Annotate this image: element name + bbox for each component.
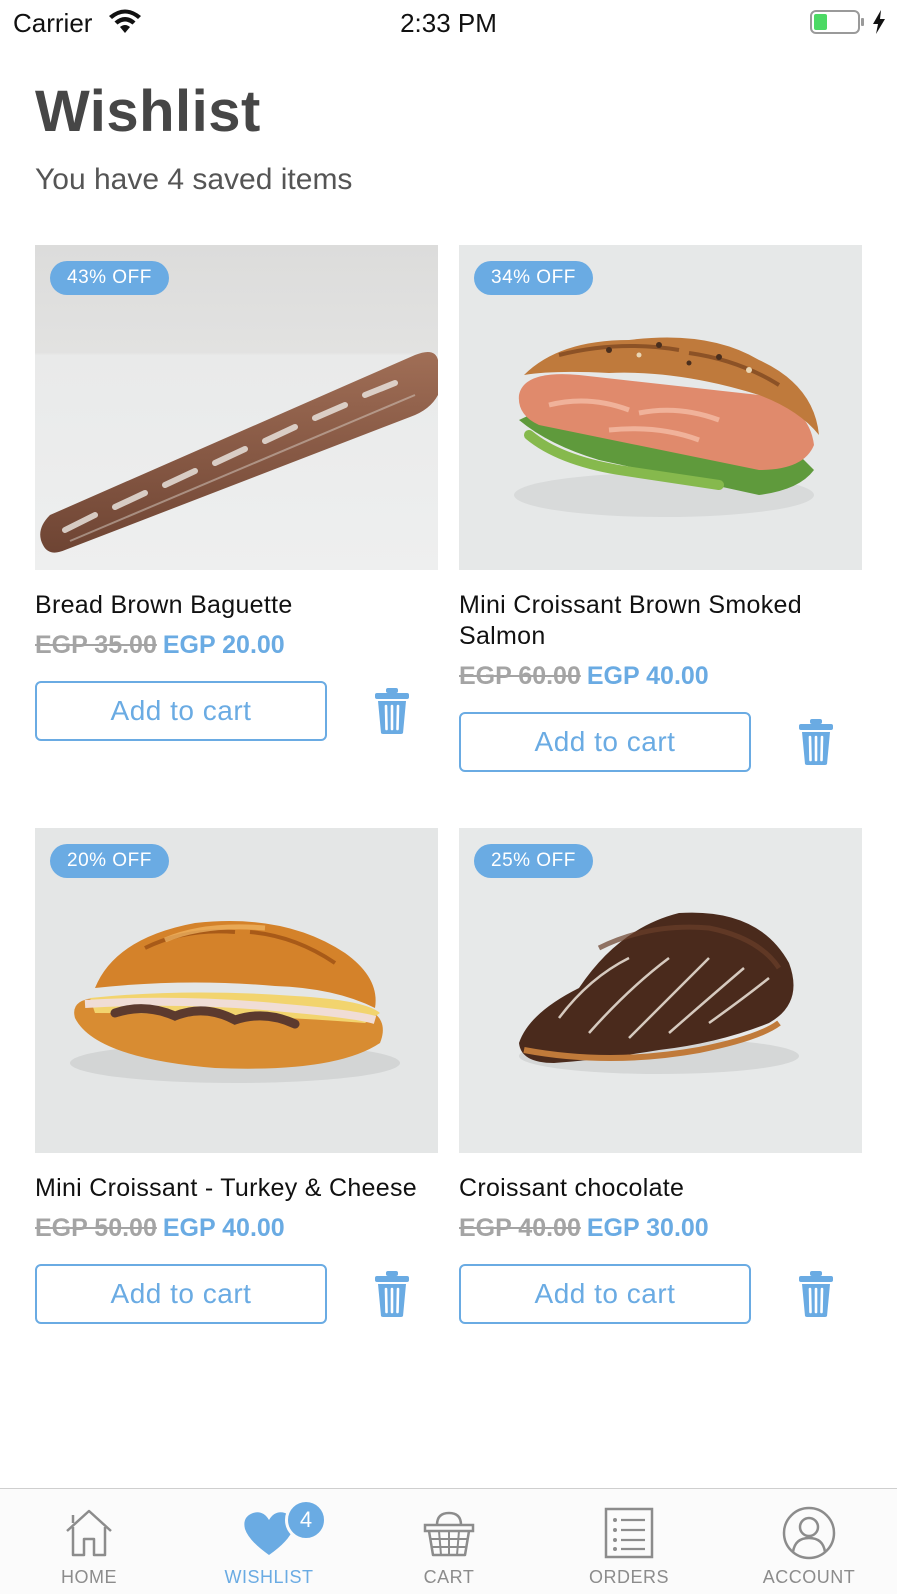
add-to-cart-button[interactable]: Add to cart	[35, 1264, 327, 1324]
product-image[interactable]: 43% OFF	[35, 245, 438, 570]
trash-icon[interactable]	[374, 1270, 410, 1318]
discount-badge: 25% OFF	[474, 844, 593, 878]
tab-label: ACCOUNT	[762, 1567, 856, 1587]
tab-orders[interactable]: ORDERS	[554, 1489, 704, 1594]
tab-cart[interactable]: CART	[374, 1489, 524, 1594]
discount-badge: 34% OFF	[474, 261, 593, 295]
sale-price: EGP 30.00	[586, 1214, 709, 1242]
wishlist-card: 34% OFF Mini Croissant Brown Smoked Salm…	[459, 245, 862, 774]
wishlist-card: 20% OFF Mini Croissant - Turkey & Cheese…	[35, 828, 438, 1326]
original-price: EGP 40.00	[459, 1214, 581, 1242]
tab-label: CART	[423, 1567, 475, 1587]
product-image[interactable]: 25% OFF	[459, 828, 862, 1153]
card-actions: Add to cart	[459, 1264, 862, 1326]
battery-icon	[810, 10, 864, 34]
home-icon	[66, 1509, 112, 1557]
status-bar: Carrier 2:33 PM	[0, 0, 897, 46]
product-image[interactable]: 34% OFF	[459, 245, 862, 570]
tab-account[interactable]: ACCOUNT	[734, 1489, 884, 1594]
tab-wishlist[interactable]: 4 WISHLIST	[194, 1489, 344, 1594]
charging-icon	[873, 10, 885, 34]
wishlist-card: 25% OFF Croissant chocolate EGP 40.00 EGP…	[459, 828, 862, 1326]
card-actions: Add to cart	[35, 681, 438, 743]
tab-label: HOME	[61, 1567, 117, 1587]
saved-items-count: You have 4 saved items	[35, 163, 353, 196]
original-price: EGP 50.00	[35, 1214, 157, 1242]
sale-price: EGP 40.00	[162, 1214, 285, 1242]
trash-icon[interactable]	[798, 1270, 834, 1318]
product-image[interactable]: 20% OFF	[35, 828, 438, 1153]
add-to-cart-button[interactable]: Add to cart	[459, 1264, 751, 1324]
wishlist-count-badge: 4	[285, 1499, 327, 1541]
discount-badge: 20% OFF	[50, 844, 169, 878]
price-row: EGP 40.00 EGP 30.00	[459, 1212, 862, 1244]
discount-badge: 43% OFF	[50, 261, 169, 295]
trash-icon[interactable]	[798, 718, 834, 766]
tab-home[interactable]: HOME	[14, 1489, 164, 1594]
card-actions: Add to cart	[35, 1264, 438, 1326]
list-icon	[604, 1507, 654, 1559]
product-name[interactable]: Mini Croissant - Turkey & Cheese	[35, 1173, 438, 1204]
product-name[interactable]: Bread Brown Baguette	[35, 590, 438, 621]
clock: 2:33 PM	[400, 8, 497, 38]
price-row: EGP 35.00 EGP 20.00	[35, 629, 438, 661]
page-title: Wishlist	[35, 79, 261, 144]
sale-price: EGP 20.00	[162, 631, 285, 659]
price-row: EGP 50.00 EGP 40.00	[35, 1212, 438, 1244]
add-to-cart-button[interactable]: Add to cart	[35, 681, 327, 741]
product-name[interactable]: Mini Croissant Brown Smoked Salmon	[459, 590, 862, 652]
original-price: EGP 60.00	[459, 662, 581, 690]
card-actions: Add to cart	[459, 712, 862, 774]
tab-bar: HOME 4 WISHLIST CART ORDERS ACCOUNT	[0, 1488, 897, 1594]
sale-price: EGP 40.00	[586, 662, 709, 690]
add-to-cart-button[interactable]: Add to cart	[459, 712, 751, 772]
wishlist-card: 43% OFF Bread Brown Baguette EGP 35.00 EG…	[35, 245, 438, 743]
user-icon	[782, 1506, 836, 1560]
product-name[interactable]: Croissant chocolate	[459, 1173, 862, 1204]
original-price: EGP 35.00	[35, 631, 157, 659]
price-row: EGP 60.00 EGP 40.00	[459, 660, 862, 692]
trash-icon[interactable]	[374, 687, 410, 735]
basket-icon	[423, 1511, 475, 1557]
tab-label: WISHLIST	[224, 1567, 314, 1587]
tab-label: ORDERS	[588, 1567, 669, 1587]
